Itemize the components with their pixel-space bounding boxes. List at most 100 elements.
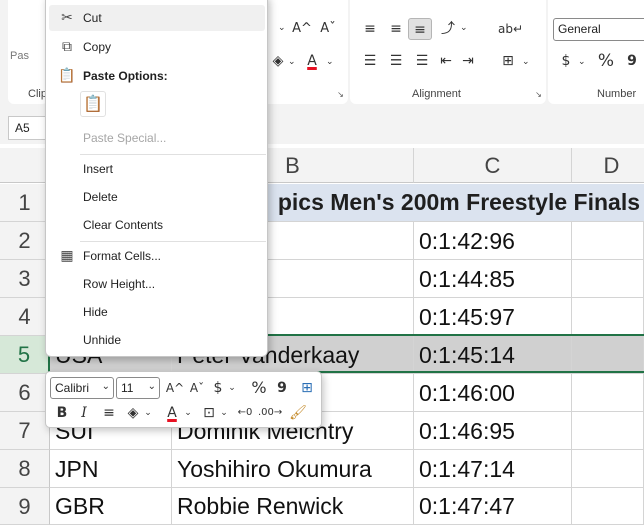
row-header[interactable]: 6: [0, 374, 50, 412]
currency-format-button[interactable]: $: [554, 50, 578, 72]
borders-icon[interactable]: ⊡: [200, 402, 218, 424]
menu-item-clear-contents[interactable]: Clear Contents: [49, 212, 265, 238]
font-name-dropdown[interactable]: Calibri ⌄: [50, 377, 114, 399]
fill-color-icon[interactable]: ◈: [266, 50, 290, 72]
currency-caret-icon[interactable]: ⌄: [578, 56, 586, 67]
comma-style-button[interactable]: 9: [274, 377, 290, 399]
font-color-caret-icon[interactable]: ⌄: [326, 56, 334, 67]
cell[interactable]: 0:1:42:96: [414, 222, 572, 260]
menu-item-label: Delete: [83, 190, 118, 204]
cell[interactable]: [572, 374, 644, 412]
row-header[interactable]: 8: [0, 450, 50, 488]
menu-item-row-height[interactable]: Row Height...: [49, 271, 265, 297]
cell[interactable]: GBR: [50, 488, 172, 525]
font-group: ⌄ A^ Aˇ ◈ ⌄ A ⌄ ↘: [262, 0, 348, 104]
menu-item-format-cells[interactable]: ▦ Format Cells...: [49, 243, 265, 269]
align-right-icon[interactable]: ☰: [410, 50, 434, 72]
cell[interactable]: [572, 298, 644, 336]
title-text: pics Men's 200m Freestyle Finals: [277, 189, 640, 215]
menu-item-label: Clear Contents: [83, 218, 164, 232]
increase-font-size-button[interactable]: A^: [164, 377, 186, 399]
borders-caret-icon[interactable]: ⌄: [218, 402, 230, 424]
increase-font-size-button[interactable]: A^: [290, 18, 314, 40]
wrap-text-icon[interactable]: ab↵: [498, 18, 523, 40]
menu-separator: [80, 154, 266, 155]
fill-color-caret-icon[interactable]: ⌄: [142, 402, 154, 424]
column-header-d[interactable]: D: [572, 148, 644, 183]
cell[interactable]: 0:1:46:00: [414, 374, 572, 412]
cell[interactable]: JPN: [50, 450, 172, 488]
column-header-c[interactable]: C: [414, 148, 572, 183]
font-color-button[interactable]: A: [300, 50, 324, 72]
decrease-font-size-button[interactable]: Aˇ: [186, 377, 208, 399]
currency-caret-icon[interactable]: ⌄: [226, 377, 238, 399]
select-all-corner[interactable]: [0, 148, 50, 183]
merge-caret-icon[interactable]: ⌄: [522, 56, 530, 67]
menu-item-label: Unhide: [83, 333, 122, 347]
decrease-indent-icon[interactable]: ⇤: [434, 50, 458, 72]
cell[interactable]: [572, 450, 644, 488]
align-left-icon[interactable]: ☰: [358, 50, 382, 72]
menu-separator: [80, 241, 266, 242]
cell[interactable]: 0:1:47:14: [414, 450, 572, 488]
cell[interactable]: [572, 488, 644, 525]
row-header[interactable]: 4: [0, 298, 50, 336]
menu-item-unhide[interactable]: Unhide: [49, 327, 265, 353]
font-size-dropdown[interactable]: 11 ⌄: [116, 377, 160, 399]
menu-item-hide[interactable]: Hide: [49, 299, 265, 325]
percent-style-button[interactable]: %: [594, 50, 618, 72]
cell[interactable]: [572, 260, 644, 298]
font-color-button[interactable]: A: [164, 402, 180, 424]
cell[interactable]: Robbie Renwick: [172, 488, 414, 525]
menu-item-cut[interactable]: ✂ Cut: [49, 5, 265, 31]
row-header[interactable]: 2: [0, 222, 50, 260]
decrease-decimal-icon[interactable]: .00→: [258, 402, 282, 424]
alignment-dialog-launcher-icon[interactable]: ↘: [534, 90, 543, 99]
cell[interactable]: 0:1:45:97: [414, 298, 572, 336]
align-bottom-icon[interactable]: ≡: [408, 18, 432, 40]
cell[interactable]: 0:1:46:95: [414, 412, 572, 450]
row-header[interactable]: 3: [0, 260, 50, 298]
increase-indent-icon[interactable]: ⇥: [456, 50, 480, 72]
bold-button[interactable]: B: [54, 402, 70, 424]
cell[interactable]: [572, 412, 644, 450]
menu-item-copy[interactable]: ⧉ Copy: [49, 34, 265, 60]
comma-style-button[interactable]: 9: [620, 50, 644, 72]
cell[interactable]: [572, 222, 644, 260]
cell[interactable]: 0:1:47:47: [414, 488, 572, 525]
font-size-caret-icon[interactable]: ⌄: [278, 22, 286, 33]
row-header[interactable]: 7: [0, 412, 50, 450]
orientation-icon[interactable]: ⤴: [436, 18, 460, 40]
paste-icon: 📋: [58, 68, 76, 84]
paste-option-button[interactable]: 📋: [80, 91, 106, 117]
fill-color-caret-icon[interactable]: ⌄: [288, 56, 296, 67]
cell[interactable]: 0:1:44:85: [414, 260, 572, 298]
alignment-group-label: Alignment: [412, 88, 461, 100]
menu-item-delete[interactable]: Delete: [49, 184, 265, 210]
decrease-font-size-button[interactable]: Aˇ: [316, 18, 340, 40]
paste-button-label[interactable]: Pas: [10, 50, 29, 62]
currency-format-button[interactable]: $: [210, 377, 226, 399]
row-header[interactable]: 1: [0, 184, 50, 222]
align-center-icon[interactable]: ☰: [384, 50, 408, 72]
cell[interactable]: Yoshihiro Okumura: [172, 450, 414, 488]
align-middle-icon[interactable]: ≡: [384, 18, 408, 40]
align-top-icon[interactable]: ≡: [358, 18, 382, 40]
merge-center-icon[interactable]: ⊞: [496, 50, 520, 72]
merge-cells-icon[interactable]: ⊞: [296, 377, 318, 399]
menu-item-label: Copy: [83, 40, 112, 54]
font-dialog-launcher-icon[interactable]: ↘: [336, 90, 345, 99]
row-header[interactable]: 9: [0, 488, 50, 525]
italic-button[interactable]: I: [76, 402, 92, 424]
percent-style-button[interactable]: %: [248, 377, 270, 399]
menu-item-label: Cut: [83, 11, 102, 25]
font-color-caret-icon[interactable]: ⌄: [182, 402, 194, 424]
fill-color-icon[interactable]: ◈: [124, 402, 142, 424]
align-center-icon[interactable]: ≡: [100, 402, 118, 424]
row-header-selected[interactable]: 5: [0, 336, 50, 374]
orientation-caret-icon[interactable]: ⌄: [460, 22, 468, 33]
menu-item-insert[interactable]: Insert: [49, 156, 265, 182]
format-painter-icon[interactable]: 🖌: [288, 402, 308, 424]
number-format-dropdown[interactable]: General: [553, 18, 644, 41]
increase-decimal-icon[interactable]: ←0: [234, 402, 256, 424]
